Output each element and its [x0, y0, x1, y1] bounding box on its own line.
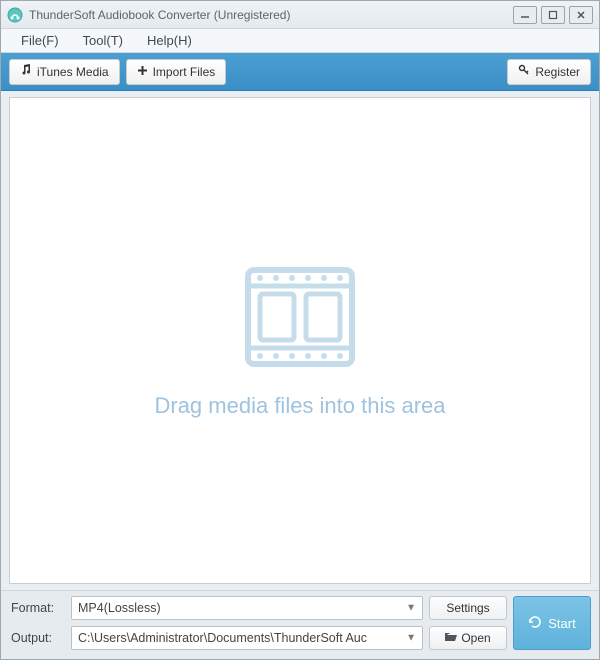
itunes-media-button[interactable]: iTunes Media [9, 59, 120, 85]
itunes-media-label: iTunes Media [37, 65, 109, 79]
open-button[interactable]: Open [429, 626, 507, 650]
app-window: ThunderSoft Audiobook Converter (Unregis… [0, 0, 600, 660]
register-label: Register [535, 65, 580, 79]
settings-label: Settings [446, 601, 489, 615]
open-label: Open [461, 631, 490, 645]
plus-icon [137, 65, 148, 79]
menu-help[interactable]: Help(H) [135, 33, 204, 48]
format-value: MP4(Lossless) [78, 601, 416, 615]
start-button[interactable]: Start [513, 596, 591, 650]
register-button[interactable]: Register [507, 59, 591, 85]
bottom-panel: Format: MP4(Lossless) ▼ Settings Start O… [1, 590, 599, 659]
main-area: Drag media files into this area [1, 91, 599, 590]
music-note-icon [20, 64, 32, 79]
menu-tool[interactable]: Tool(T) [71, 33, 135, 48]
titlebar: ThunderSoft Audiobook Converter (Unregis… [1, 1, 599, 29]
start-label: Start [548, 616, 575, 631]
toolbar: iTunes Media Import Files Register [1, 53, 599, 91]
output-value: C:\Users\Administrator\Documents\Thunder… [78, 631, 416, 645]
menubar: File(F) Tool(T) Help(H) [1, 29, 599, 53]
refresh-icon [528, 615, 542, 632]
menu-file[interactable]: File(F) [9, 33, 71, 48]
film-icon [240, 262, 360, 375]
format-label: Format: [9, 601, 65, 615]
settings-button[interactable]: Settings [429, 596, 507, 620]
maximize-button[interactable] [541, 6, 565, 24]
folder-open-icon [445, 631, 457, 645]
app-icon [7, 7, 23, 23]
output-path-select[interactable]: C:\Users\Administrator\Documents\Thunder… [71, 626, 423, 650]
key-icon [518, 64, 530, 79]
close-button[interactable] [569, 6, 593, 24]
import-files-button[interactable]: Import Files [126, 59, 227, 85]
window-title: ThunderSoft Audiobook Converter (Unregis… [29, 8, 509, 22]
minimize-button[interactable] [513, 6, 537, 24]
drop-area-text: Drag media files into this area [154, 393, 445, 419]
chevron-down-icon: ▼ [406, 633, 416, 644]
chevron-down-icon: ▼ [406, 603, 416, 614]
drop-area[interactable]: Drag media files into this area [9, 97, 591, 584]
import-files-label: Import Files [153, 65, 216, 79]
format-select[interactable]: MP4(Lossless) ▼ [71, 596, 423, 620]
output-label: Output: [9, 631, 65, 645]
